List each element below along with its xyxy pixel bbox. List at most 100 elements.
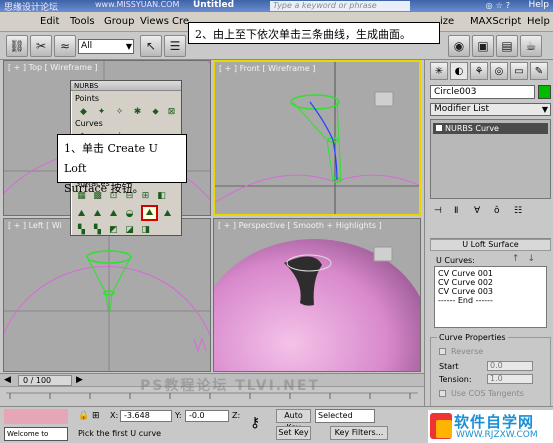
object-name-field[interactable]: Circle003: [430, 85, 535, 99]
curve-curve-point-icon[interactable]: ✱: [131, 105, 144, 118]
stack-item-nurbs-curve[interactable]: NURBS Curve: [433, 123, 548, 134]
viewport-left[interactable]: [ + ] Left [ Wi: [3, 218, 211, 372]
material-editor-icon[interactable]: ◉: [448, 35, 470, 57]
curve-properties-title: Curve Properties: [437, 333, 508, 342]
next-frame-icon[interactable]: ▶: [76, 375, 83, 385]
create-u-loft-surface-icon[interactable]: ⛰: [141, 205, 158, 221]
menu-customize[interactable]: ize: [440, 16, 454, 27]
unlink-icon[interactable]: ✂: [30, 35, 52, 57]
render-frame-icon[interactable]: ▤: [496, 35, 518, 57]
object-color-swatch[interactable]: [538, 85, 551, 99]
selection-filter-value: All: [81, 41, 93, 51]
offset-point-icon[interactable]: ✦: [95, 105, 108, 118]
chevron-down-icon: ▼: [541, 105, 548, 114]
reverse-label: Reverse: [451, 347, 484, 356]
menu-maxscript[interactable]: MAXScript: [470, 16, 521, 27]
site-logo: 软件自学网 WWW.RJZXW.COM: [428, 410, 553, 443]
multisided-blend-icon[interactable]: ◩: [107, 223, 120, 236]
stack-item-icon: [436, 125, 442, 131]
configure-sets-icon[interactable]: ☷: [514, 206, 522, 216]
fillet-surface-icon[interactable]: ◨: [139, 223, 152, 236]
make-unique-icon[interactable]: ∀: [474, 206, 480, 216]
key-selection-dropdown[interactable]: Selected: [315, 409, 375, 423]
help-menu[interactable]: Help: [528, 0, 549, 10]
menu-create[interactable]: Cre: [172, 16, 189, 27]
one-rail-sweep-icon[interactable]: ▚: [75, 223, 88, 236]
menu-tools[interactable]: Tools: [70, 16, 95, 27]
u-curves-list[interactable]: CV Curve 001 CV Curve 002 CV Curve 003 -…: [434, 266, 547, 328]
tension-spinner[interactable]: 1.0: [487, 374, 533, 384]
u-curves-label: U Curves:: [436, 256, 475, 265]
menu-views[interactable]: Views: [140, 16, 169, 27]
curve-point-icon[interactable]: ✧: [113, 105, 126, 118]
modify-tab-icon[interactable]: ◐: [450, 62, 468, 80]
bind-icon[interactable]: ≈: [54, 35, 76, 57]
list-item[interactable]: CV Curve 001: [438, 269, 543, 278]
modifier-stack[interactable]: NURBS Curve: [430, 119, 551, 199]
key-filters-button[interactable]: Key Filters...: [330, 426, 388, 440]
hierarchy-tab-icon[interactable]: ⚘: [470, 62, 488, 80]
logo-mark-inner: [436, 420, 452, 438]
menu-edit[interactable]: Edit: [40, 16, 59, 27]
select-by-name-icon[interactable]: ☰: [164, 35, 186, 57]
use-cos-tangents-label: Use COS Tangents: [451, 389, 524, 398]
two-rail-sweep-icon[interactable]: ▚: [91, 223, 104, 236]
select-object-icon[interactable]: ↖: [140, 35, 162, 57]
y-label: Y:: [175, 411, 182, 420]
infocenter-icons[interactable]: ◎☆?: [486, 1, 513, 10]
lathe-surface-icon[interactable]: ⛰: [91, 207, 104, 220]
quick-render-icon[interactable]: ☕: [520, 35, 542, 57]
nurbs-points-label: Points: [75, 94, 100, 103]
selection-filter-dropdown[interactable]: All ▼: [78, 39, 134, 54]
relative-absolute-icon[interactable]: ⊞: [92, 411, 100, 421]
menu-help[interactable]: Help: [527, 16, 550, 27]
auto-key-button[interactable]: Auto Key: [276, 409, 311, 432]
modifier-list-dropdown[interactable]: Modifier List ▼: [430, 103, 551, 116]
surface-curve-point-icon[interactable]: ⊠: [165, 105, 178, 118]
point-tool-icon[interactable]: ◆: [77, 105, 90, 118]
ruled-surface-icon[interactable]: ⛰: [107, 207, 120, 220]
show-end-result-icon[interactable]: Ⅱ: [454, 206, 458, 216]
list-item[interactable]: ------ End ------: [438, 296, 543, 305]
prev-frame-icon[interactable]: ◀: [4, 375, 11, 385]
motion-tab-icon[interactable]: ◎: [490, 62, 508, 80]
u-loft-rollout-title[interactable]: U Loft Surface: [430, 239, 551, 251]
front-view-geometry: [215, 62, 419, 214]
search-input[interactable]: Type a keyword or phrase: [270, 1, 410, 11]
render-setup-icon[interactable]: ▣: [472, 35, 494, 57]
extrude-surface-icon[interactable]: ⛰: [75, 207, 88, 220]
key-icon[interactable]: ⚷: [250, 415, 260, 431]
pin-stack-icon[interactable]: ⊣: [434, 206, 442, 216]
frame-counter[interactable]: 0 / 100: [18, 375, 72, 386]
z-label: Z:: [232, 411, 241, 420]
cap-surface-icon[interactable]: ◒: [123, 207, 136, 220]
start-spinner[interactable]: 0.0: [487, 361, 533, 371]
remove-modifier-icon[interactable]: ô: [494, 206, 500, 216]
x-label: X:: [110, 411, 119, 420]
x-coordinate-field[interactable]: -3.648: [120, 410, 172, 422]
left-view-geometry: [4, 219, 210, 371]
maxscript-listener-mini[interactable]: [4, 409, 68, 424]
display-tab-icon[interactable]: ▭: [510, 62, 528, 80]
create-tab-icon[interactable]: ✳: [430, 62, 448, 80]
utilities-tab-icon[interactable]: ✎: [530, 62, 548, 80]
list-item[interactable]: CV Curve 002: [438, 278, 543, 287]
uv-loft-surface-icon[interactable]: ⛰: [161, 207, 174, 220]
chevron-down-icon: ▼: [125, 42, 132, 51]
reverse-checkbox[interactable]: [439, 348, 446, 355]
y-coordinate-field[interactable]: -0.0: [185, 410, 229, 422]
lock-selection-icon[interactable]: 🔒: [78, 411, 89, 421]
viewport-front[interactable]: [ + ] Front [ Wireframe ]: [213, 60, 421, 216]
list-item[interactable]: CV Curve 003: [438, 287, 543, 296]
surface-point-icon[interactable]: ⬥: [149, 105, 162, 118]
title-bar: 思缘设计论坛 www.MISSYUAN.COM Untitled Type a …: [0, 0, 553, 13]
link-icon[interactable]: ⛓: [6, 35, 28, 57]
menu-group[interactable]: Group: [104, 16, 134, 27]
maxscript-welcome-field[interactable]: Welcome to MAX!: [4, 427, 68, 443]
use-cos-tangents-checkbox[interactable]: [439, 390, 446, 397]
viewport-perspective[interactable]: [ + ] Perspective [ Smooth + Highlights …: [213, 218, 421, 372]
multicurve-trim-icon[interactable]: ◪: [123, 223, 136, 236]
set-key-button[interactable]: Set Key: [276, 426, 311, 440]
prompt-line: Pick the first U curve: [78, 429, 162, 438]
reorder-arrows-icon[interactable]: ↑↓: [512, 254, 543, 264]
